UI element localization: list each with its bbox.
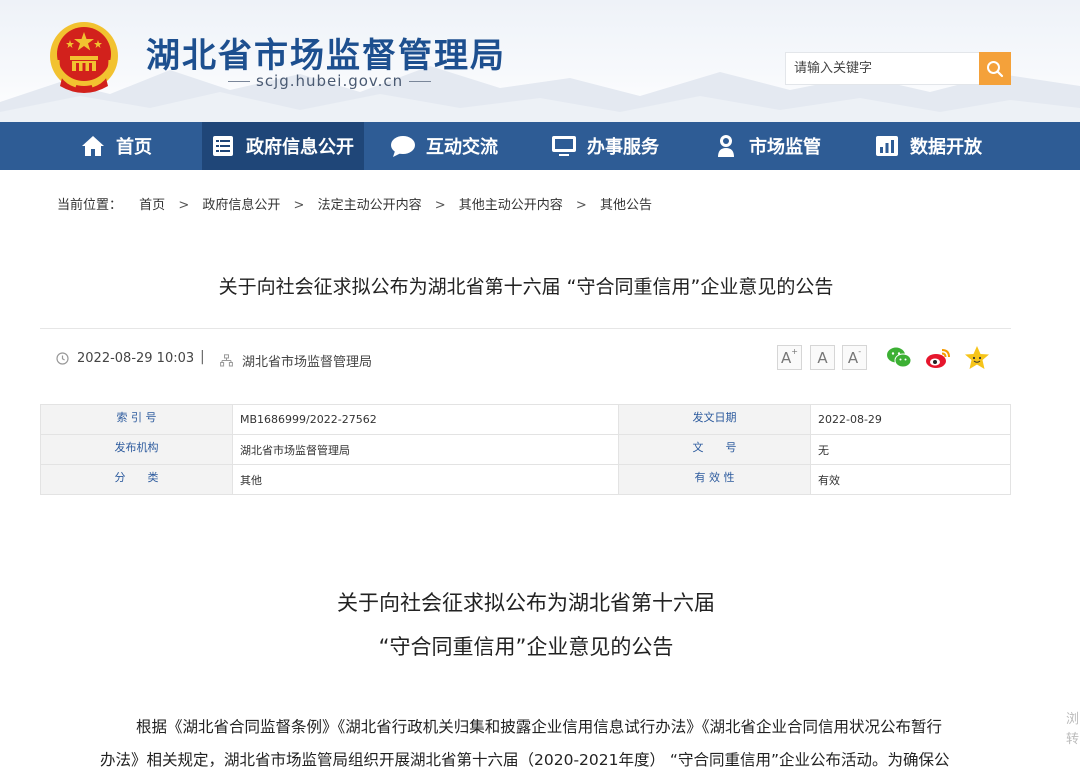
article-publisher-text: 湖北省市场监督管理局 — [242, 355, 373, 370]
nav-item-gov-info[interactable]: 政府信息公开 — [202, 122, 364, 170]
site-title: 湖北省市场监督管理局 — [146, 36, 506, 76]
breadcrumb-home-link[interactable]: 首页 — [139, 198, 165, 213]
breadcrumb-separator: > — [575, 198, 587, 213]
site-header: 湖北省市场监督管理局 scjg.hubei.gov.cn — [0, 0, 1080, 122]
category-value: 其他 — [232, 464, 619, 495]
article-title: 关于向社会征求拟公布为湖北省第十六届 “守合同重信用”企业意见的公告 — [218, 276, 834, 298]
index-number-value: MB1686999/2022-27562 — [232, 404, 619, 435]
nav-item-label: 互动交流 — [426, 137, 498, 158]
table-row: 分 类 其他 有 效 性 有效 — [40, 464, 1011, 495]
breadcrumb-other-content-link[interactable]: 其他主动公开内容 — [459, 198, 563, 213]
issue-date-label: 发文日期 — [618, 404, 811, 435]
breadcrumb-separator: > — [293, 198, 305, 213]
bar-chart-icon — [874, 133, 900, 159]
search-box — [785, 52, 1011, 85]
url-right-dash — [409, 81, 432, 82]
breadcrumb-label: 当前位置： — [57, 198, 123, 213]
search-button[interactable] — [979, 52, 1011, 85]
index-number-label: 索 引 号 — [40, 404, 233, 435]
font-decrease-button[interactable]: A- — [842, 345, 867, 370]
nav-item-open-data[interactable]: 数据开放 — [874, 122, 982, 170]
document-number-label: 文 号 — [618, 434, 811, 465]
article-date-text: 2022-08-29 10:03 — [77, 351, 195, 366]
nav-item-services[interactable]: 办事服务 — [551, 122, 659, 170]
nav-item-interaction[interactable]: 互动交流 — [390, 122, 498, 170]
font-default-button[interactable]: A — [810, 345, 835, 370]
table-row: 索 引 号 MB1686999/2022-27562 发文日期 2022-08-… — [40, 404, 1011, 435]
search-icon — [987, 60, 1004, 77]
nav-item-label: 政府信息公开 — [246, 137, 354, 158]
nav-item-market-supervision[interactable]: 市场监管 — [713, 122, 821, 170]
article-meta-bar: 2022-08-29 10:03 | 湖北省市场监督管理局 A+ A A- — [40, 328, 1011, 390]
nav-item-label: 市场监管 — [749, 137, 821, 158]
breadcrumb-separator: > — [178, 198, 190, 213]
wechat-icon[interactable] — [885, 344, 913, 372]
article-publisher: 湖北省市场监督管理局 — [220, 351, 372, 370]
category-label: 分 类 — [40, 464, 233, 495]
font-increase-button[interactable]: A+ — [777, 345, 802, 370]
home-icon — [80, 133, 106, 159]
meta-divider: | — [200, 349, 205, 365]
clock-icon — [56, 352, 69, 365]
chat-bubble-icon — [390, 133, 416, 159]
side-widget-text[interactable]: 浏 — [1066, 708, 1079, 727]
monitor-icon — [551, 133, 577, 159]
main-navigation: 首页 政府信息公开 互动交流 办事服务 市场监管 数据开放 — [0, 122, 1080, 170]
nav-item-home[interactable]: 首页 — [80, 122, 152, 170]
document-paragraph-line-2: 办法》相关规定，湖北省市场监管局组织开展湖北省第十六届（2020-2021年度）… — [100, 751, 950, 769]
font-increase-label: A+ — [781, 346, 798, 367]
document-title-line-1: 关于向社会征求拟公布为湖北省第十六届 — [337, 591, 715, 615]
organization-icon — [220, 354, 233, 367]
document-paragraph-line-1: 根据《湖北省合同监督条例》《湖北省行政机关归集和披露企业信用信息试行办法》《湖北… — [136, 718, 943, 736]
site-url: scjg.hubei.gov.cn — [222, 72, 437, 90]
nav-item-label: 办事服务 — [587, 137, 659, 158]
breadcrumb-statutory-link[interactable]: 法定主动公开内容 — [318, 198, 422, 213]
weibo-icon[interactable] — [924, 344, 952, 372]
nav-item-label: 数据开放 — [910, 137, 982, 158]
document-number-value: 无 — [810, 434, 1011, 465]
inspector-icon — [713, 133, 739, 159]
table-row: 发布机构 湖北省市场监督管理局 文 号 无 — [40, 434, 1011, 465]
side-widget-text[interactable]: 转 — [1066, 728, 1079, 747]
article-date: 2022-08-29 10:03 — [56, 351, 194, 366]
font-default-label: A — [817, 348, 828, 367]
breadcrumb-separator: > — [434, 198, 446, 213]
site-url-text: scjg.hubei.gov.cn — [256, 72, 404, 90]
breadcrumb-gov-info-link[interactable]: 政府信息公开 — [202, 198, 280, 213]
breadcrumb-other-notices-link[interactable]: 其他公告 — [600, 198, 652, 213]
nav-item-label: 首页 — [116, 137, 152, 158]
national-emblem-logo — [50, 22, 118, 93]
breadcrumb: 当前位置： 首页 > 政府信息公开 > 法定主动公开内容 > 其他主动公开内容 … — [57, 194, 652, 213]
favorite-star-icon[interactable] — [963, 344, 991, 372]
issue-date-value: 2022-08-29 — [810, 404, 1011, 435]
issuing-agency-value: 湖北省市场监督管理局 — [232, 434, 619, 465]
document-title-line-2: “守合同重信用”企业意见的公告 — [378, 635, 674, 659]
validity-value: 有效 — [810, 464, 1011, 495]
validity-label: 有 效 性 — [618, 464, 811, 495]
issuing-agency-label: 发布机构 — [40, 434, 233, 465]
search-input[interactable] — [785, 52, 979, 85]
font-decrease-label: A- — [847, 346, 862, 367]
document-list-icon — [210, 133, 236, 159]
url-left-dash — [228, 81, 250, 82]
document-info-table: 索 引 号 MB1686999/2022-27562 发文日期 2022-08-… — [40, 404, 1011, 495]
